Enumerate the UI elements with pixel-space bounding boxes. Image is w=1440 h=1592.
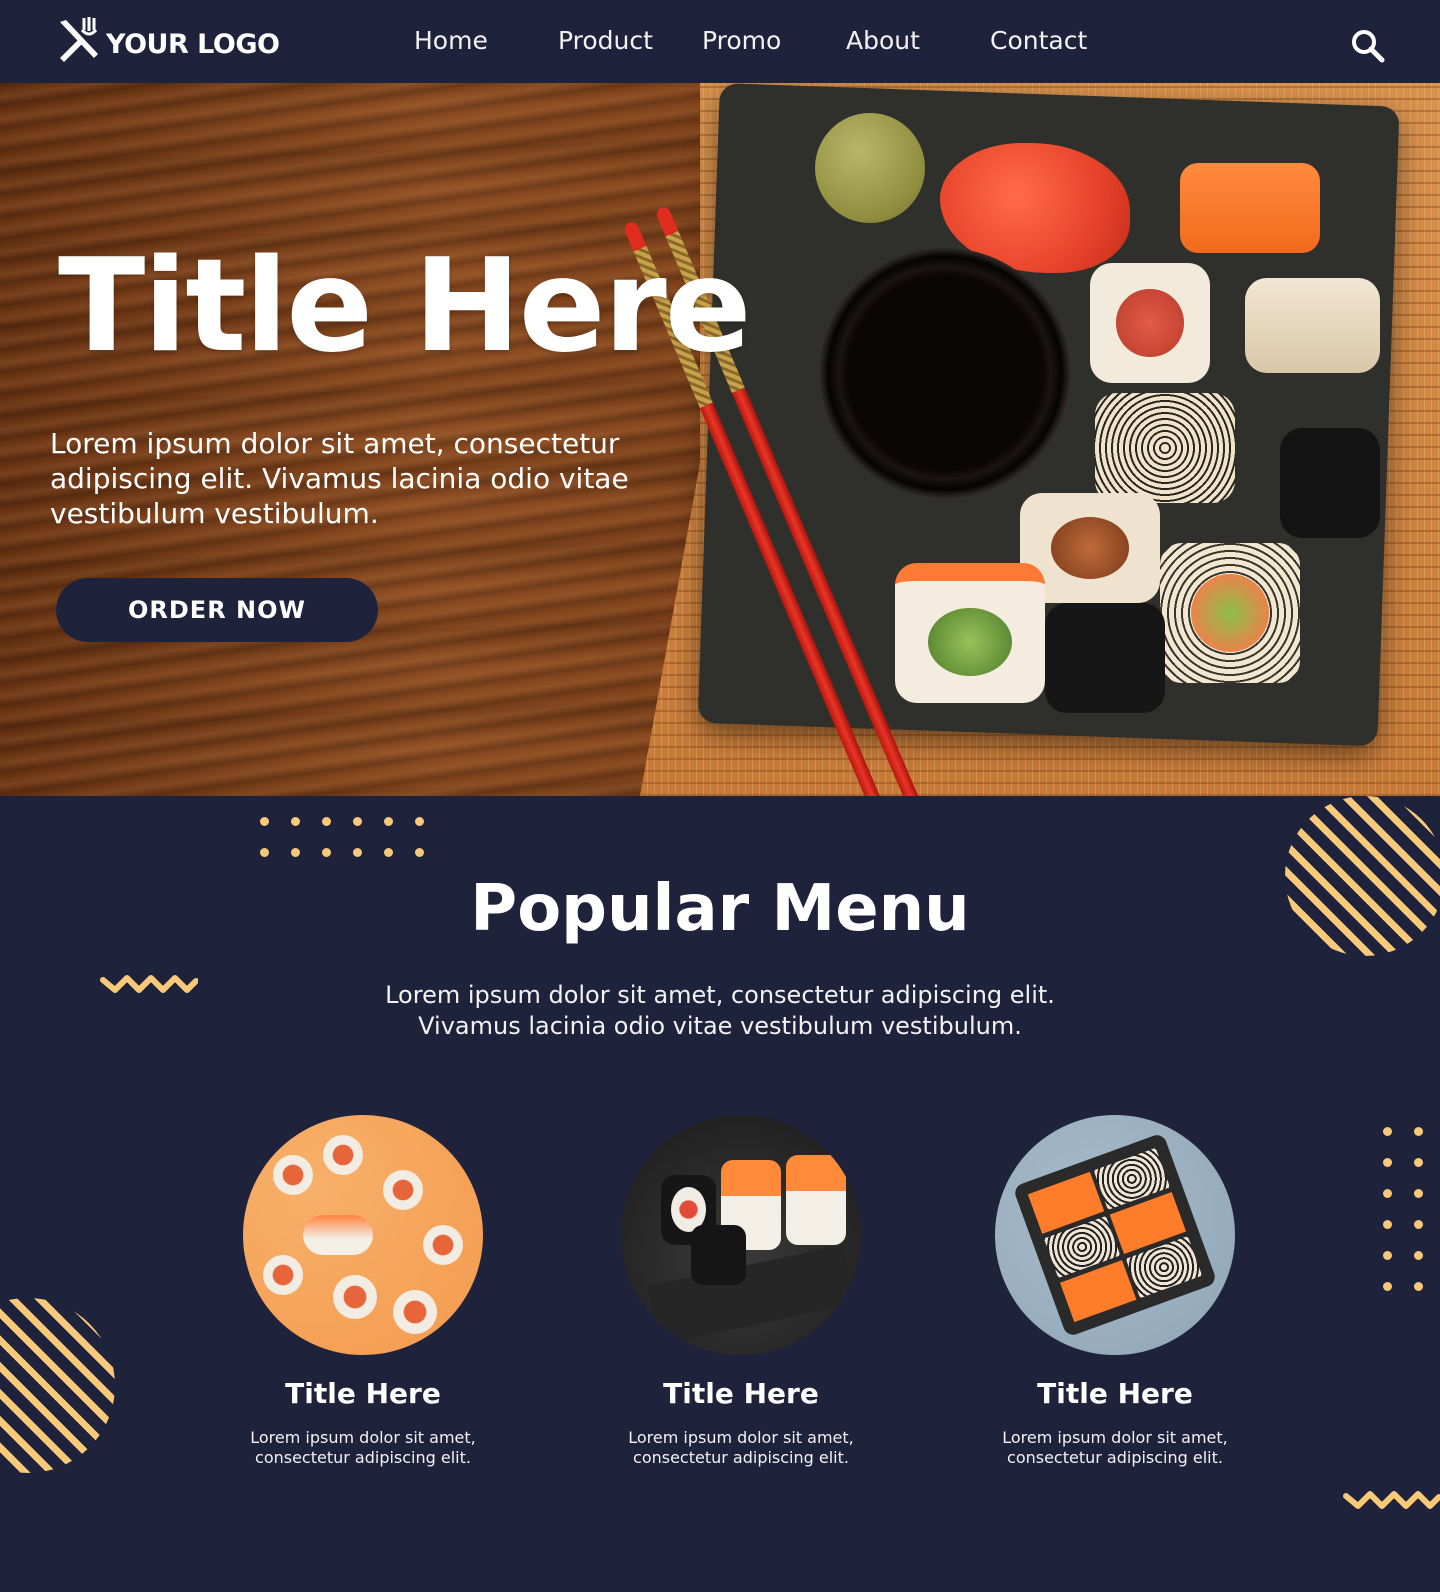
nav-item-promo[interactable]: Promo — [702, 26, 781, 55]
menu-card-description: Lorem ipsum dolor sit amet, consectetur … — [591, 1428, 891, 1468]
top-navigation: YOUR LOGO Home Product Promo About Conta… — [0, 0, 1440, 83]
nav-item-product[interactable]: Product — [558, 26, 653, 55]
nav-item-about[interactable]: About — [846, 26, 920, 55]
sushi-roll-image — [1280, 428, 1380, 538]
sushi-roll-image — [895, 563, 1045, 703]
hero-title: Title Here — [58, 232, 751, 381]
decorative-zigzag — [100, 975, 198, 993]
fork-knife-icon — [60, 17, 98, 62]
order-now-button[interactable]: ORDER NOW — [56, 578, 378, 642]
menu-card-image[interactable] — [621, 1115, 861, 1355]
nav-item-home[interactable]: Home — [414, 26, 488, 55]
logo-text: YOUR LOGO — [106, 28, 280, 60]
sushi-roll-image — [1160, 543, 1300, 683]
menu-card[interactable]: Title Here Lorem ipsum dolor sit amet, c… — [965, 1115, 1265, 1468]
menu-card-description-line: consectetur adipiscing elit. — [1007, 1448, 1223, 1467]
sushi-roll-image — [1245, 278, 1380, 373]
logo[interactable]: YOUR LOGO — [54, 14, 280, 64]
menu-card-description-line: Lorem ipsum dolor sit amet, — [250, 1428, 476, 1447]
hero-description: Lorem ipsum dolor sit amet, consectetur … — [50, 427, 629, 530]
menu-card-description-line: consectetur adipiscing elit. — [255, 1448, 471, 1467]
decorative-dots — [260, 817, 424, 857]
sushi-roll-image — [1045, 603, 1165, 713]
decorative-zigzag — [1343, 1491, 1440, 1509]
menu-card-description: Lorem ipsum dolor sit amet, consectetur … — [965, 1428, 1265, 1468]
menu-card-title: Title Here — [1037, 1377, 1193, 1410]
popular-menu-description-line: Lorem ipsum dolor sit amet, consectetur … — [385, 981, 1055, 1009]
popular-menu-title: Popular Menu — [470, 872, 970, 946]
menu-card-description-line: Lorem ipsum dolor sit amet, — [1002, 1428, 1228, 1447]
menu-card[interactable]: Title Here Lorem ipsum dolor sit amet, c… — [213, 1115, 513, 1468]
menu-card-description: Lorem ipsum dolor sit amet, consectetur … — [213, 1428, 513, 1468]
decorative-dots — [1383, 1127, 1423, 1291]
menu-card-image[interactable] — [243, 1115, 483, 1355]
decorative-striped-circle — [0, 1298, 115, 1473]
popular-menu-description-line: Vivamus lacinia odio vitae vestibulum ve… — [418, 1012, 1022, 1040]
menu-card-title: Title Here — [663, 1377, 819, 1410]
sushi-roll-image — [1095, 393, 1235, 503]
wasabi-image — [815, 113, 925, 223]
menu-card-title: Title Here — [285, 1377, 441, 1410]
menu-card[interactable]: Title Here Lorem ipsum dolor sit amet, c… — [591, 1115, 891, 1468]
menu-card-description-line: consectetur adipiscing elit. — [633, 1448, 849, 1467]
hero-banner: Title Here Lorem ipsum dolor sit amet, c… — [0, 83, 1440, 796]
popular-menu-description: Lorem ipsum dolor sit amet, consectetur … — [270, 980, 1170, 1042]
salmon-nigiri-image — [1180, 163, 1320, 253]
soy-sauce-bowl-image — [820, 248, 1070, 498]
menu-card-description-line: Lorem ipsum dolor sit amet, — [628, 1428, 854, 1447]
sushi-roll-image — [1090, 263, 1210, 383]
menu-card-image[interactable] — [995, 1115, 1235, 1355]
nav-item-contact[interactable]: Contact — [990, 26, 1087, 55]
search-icon[interactable] — [1350, 28, 1386, 64]
